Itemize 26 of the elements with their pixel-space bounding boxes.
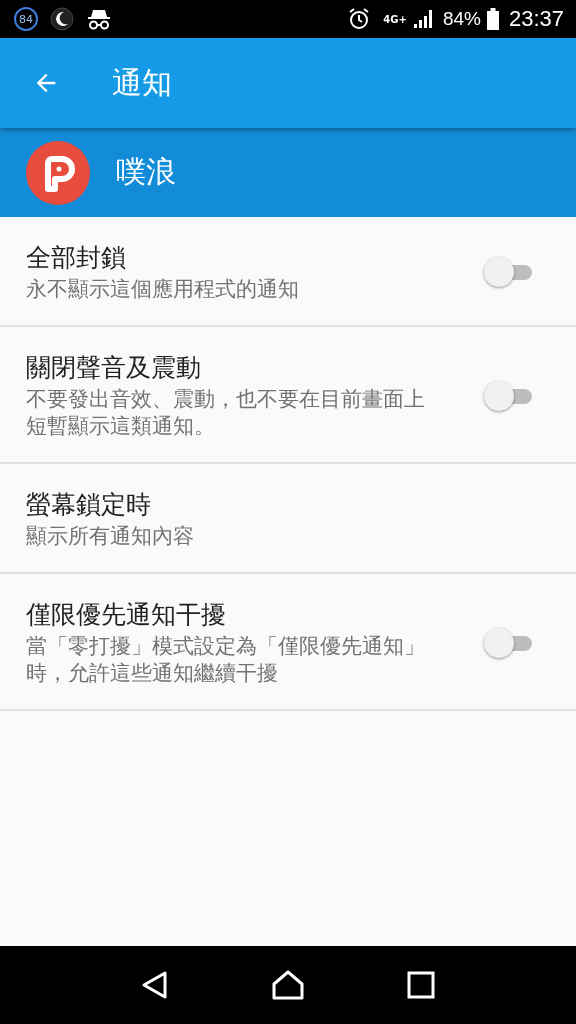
toolbar-title: 通知: [112, 63, 172, 102]
setting-title: 全部封鎖: [26, 242, 127, 274]
app-name: 噗浪: [116, 153, 176, 191]
battery-level-badge: 84: [14, 7, 38, 31]
recents-icon[interactable]: [407, 971, 435, 999]
setting-title: 螢幕鎖定時: [26, 489, 152, 521]
setting-summary: 永不顯示這個應用程式的通知: [26, 276, 300, 303]
setting-row[interactable]: 僅限優先通知干擾 當「零打擾」模式設定為「僅限優先通知」時，允許這些通知繼續干擾: [0, 574, 576, 711]
setting-row[interactable]: 關閉聲音及震動 不要發出音效、震動，也不要在目前畫面上短暫顯示這類通知。: [0, 327, 576, 464]
signal-icon: [412, 8, 433, 30]
setting-row[interactable]: 全部封鎖 永不顯示這個應用程式的通知: [0, 217, 576, 327]
setting-title: 關閉聲音及震動: [26, 352, 202, 384]
home-icon[interactable]: [271, 969, 305, 1001]
moon-icon: [50, 7, 74, 31]
app-logo-icon: [26, 140, 90, 205]
setting-title: 僅限優先通知干擾: [26, 599, 227, 631]
network-type: 4G+: [383, 13, 407, 25]
setting-row[interactable]: 螢幕鎖定時 顯示所有通知內容: [0, 464, 576, 574]
back-icon[interactable]: [141, 970, 169, 1000]
battery-icon: [486, 8, 499, 30]
setting-summary: 不要發出音效、震動，也不要在目前畫面上短暫顯示這類通知。: [26, 386, 426, 440]
setting-summary: 當「零打擾」模式設定為「僅限優先通知」時，允許這些通知繼續干擾: [26, 633, 426, 687]
incognito-icon: [86, 7, 112, 31]
clock: 23:37: [508, 6, 564, 32]
setting-summary: 顯示所有通知內容: [26, 523, 195, 550]
battery-percent: 84%: [442, 8, 481, 30]
